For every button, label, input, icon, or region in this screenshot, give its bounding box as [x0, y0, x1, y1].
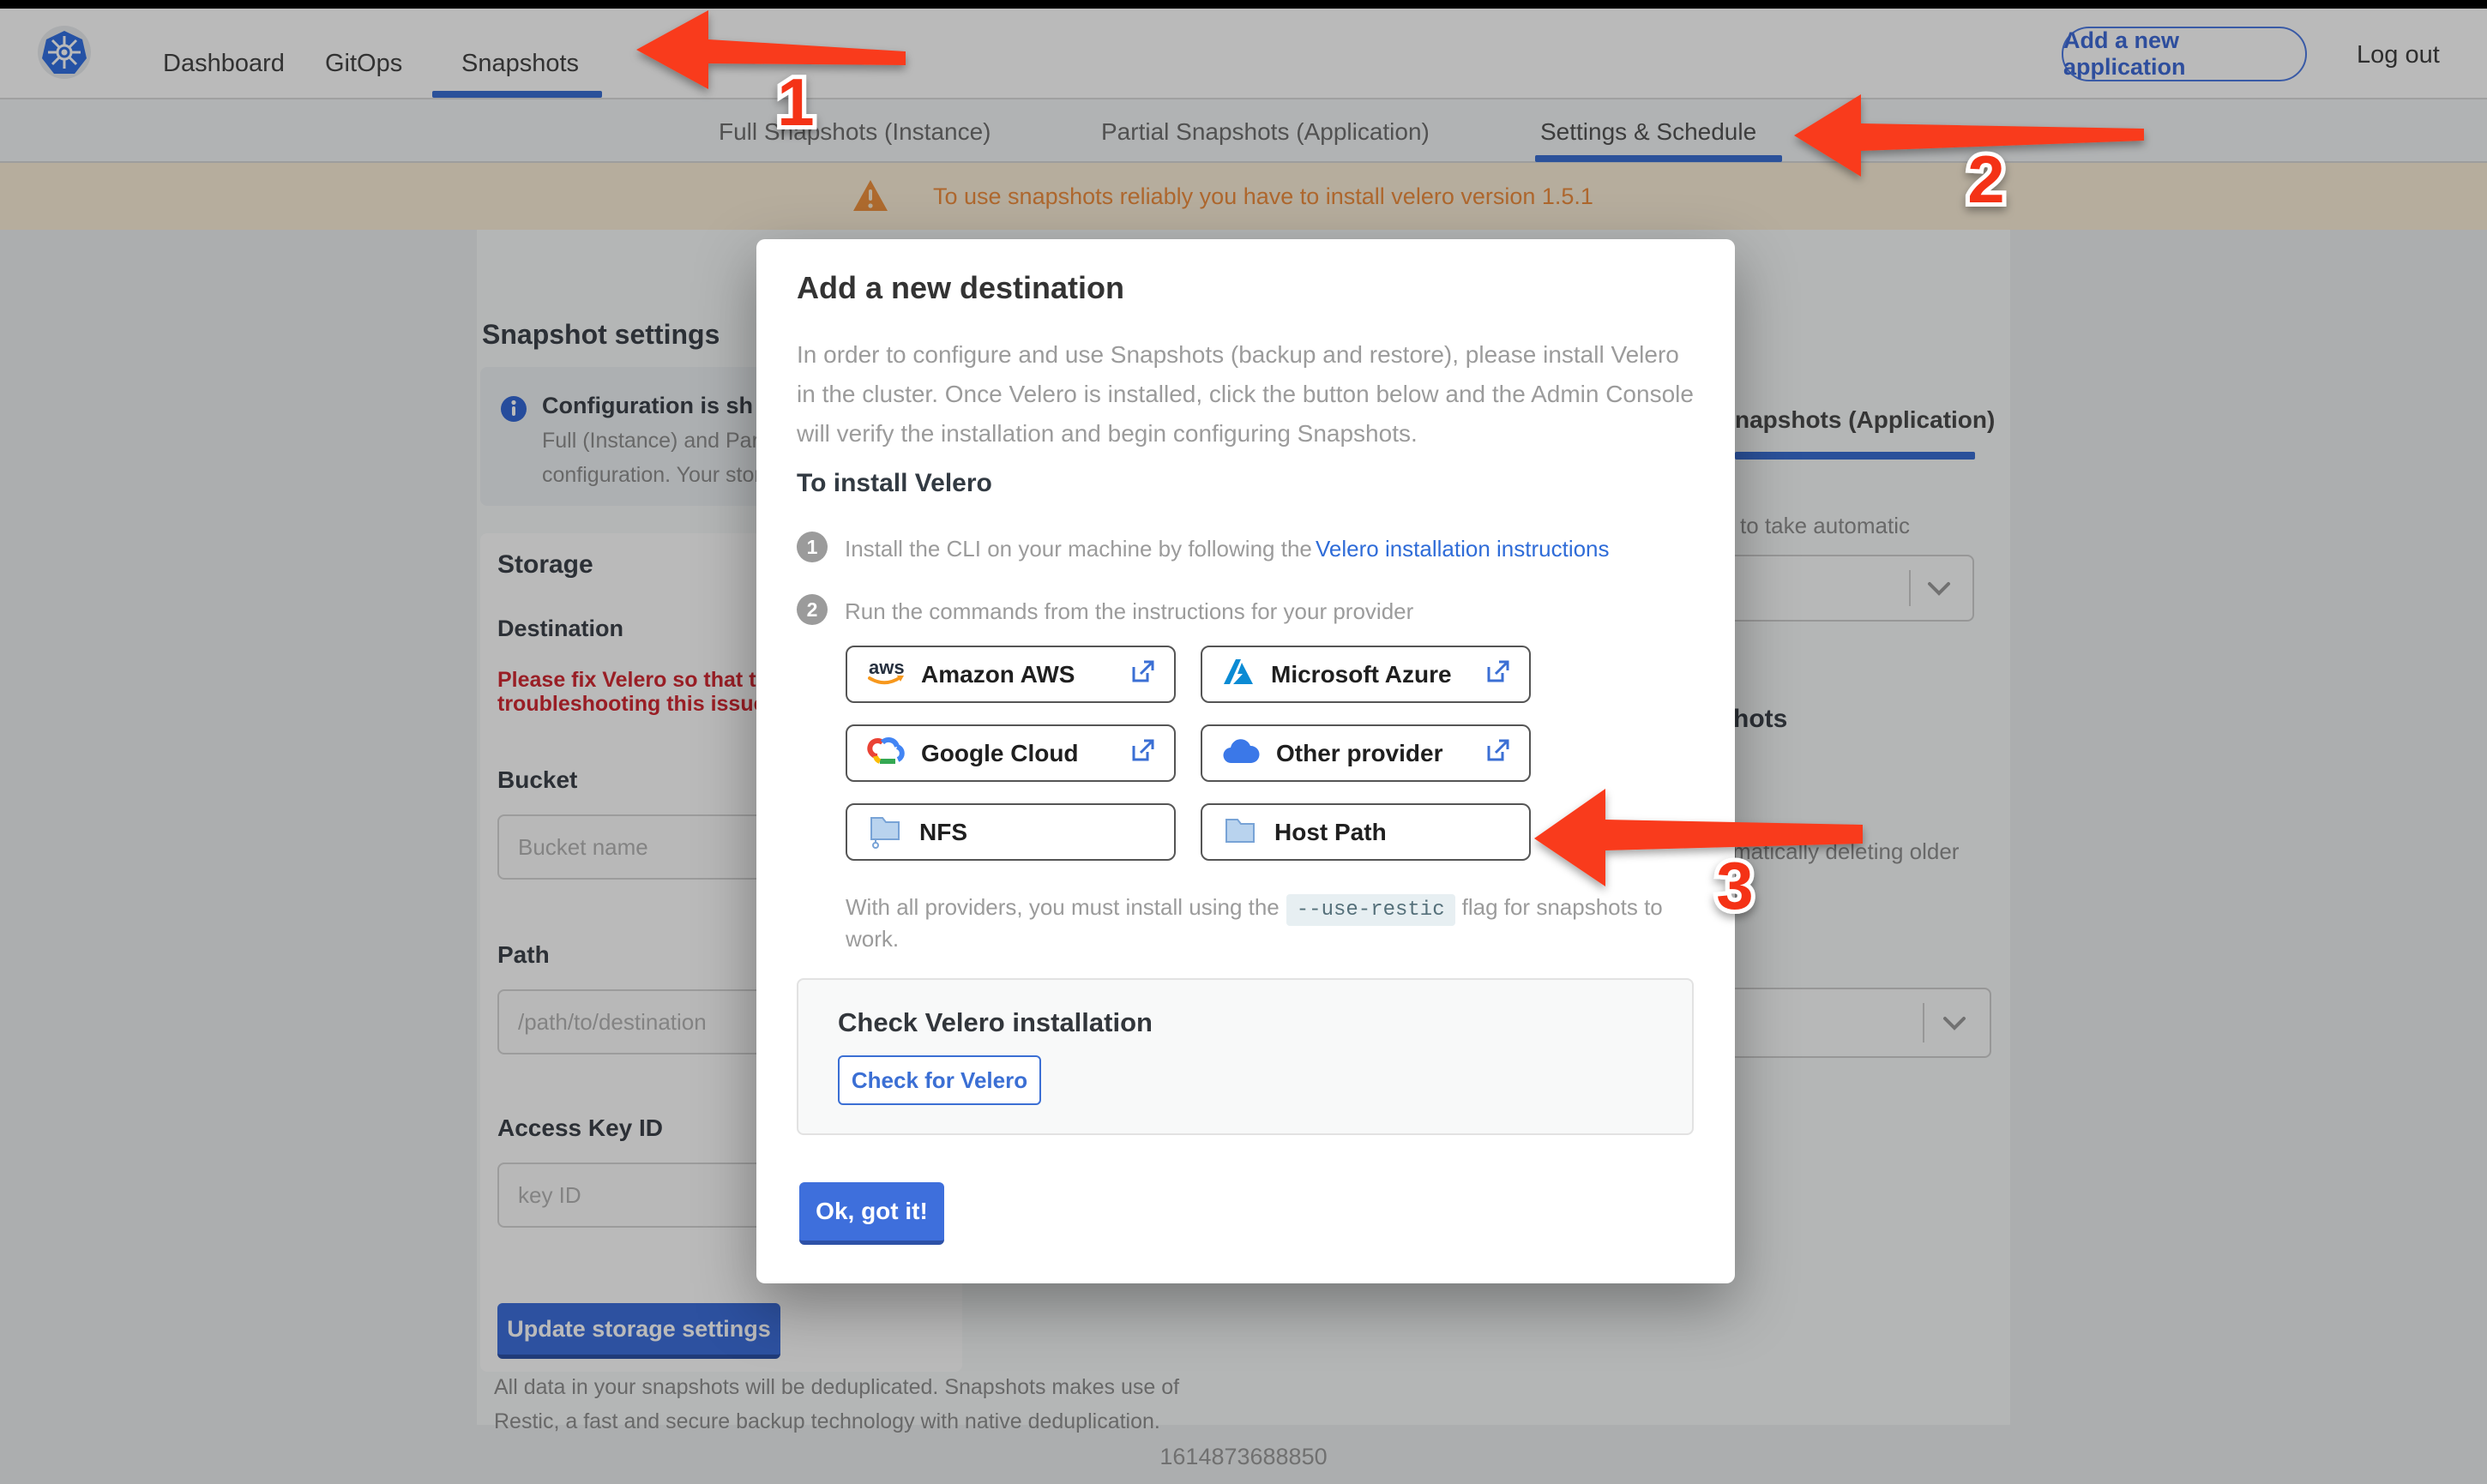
velero-instructions-link[interactable]: Velero installation instructions [1316, 536, 1610, 562]
provider-amazon-aws-button[interactable]: aws Amazon AWS [846, 646, 1176, 703]
google-cloud-logo [866, 735, 906, 772]
folder-icon [1221, 811, 1259, 853]
provider-label: Google Cloud [921, 739, 1079, 766]
provider-label: Microsoft Azure [1271, 660, 1452, 688]
cloud-icon [1221, 736, 1261, 771]
check-for-velero-button[interactable]: Check for Velero [838, 1055, 1041, 1105]
step-1-text: Install the CLI on your machine by follo… [845, 536, 1312, 562]
modal-title: Add a new destination [797, 270, 1125, 305]
step-2-text: Run the commands from the instructions f… [845, 598, 1414, 624]
install-velero-heading: To install Velero [797, 469, 992, 497]
external-link-icon [1484, 738, 1510, 768]
ok-got-it-button[interactable]: Ok, got it! [799, 1182, 944, 1245]
network-folder-icon [866, 811, 904, 853]
provider-google-cloud-button[interactable]: Google Cloud [846, 724, 1176, 782]
svg-text:aws: aws [869, 657, 905, 678]
add-destination-modal: Add a new destination In order to config… [756, 239, 1735, 1283]
external-link-icon [1129, 738, 1155, 768]
app-window: Dashboard GitOps Snapshots Add a new app… [0, 0, 2487, 1484]
step-2-badge: 2 [797, 594, 828, 625]
provider-nfs-button[interactable]: NFS [846, 803, 1176, 861]
external-link-icon [1129, 659, 1155, 689]
provider-other-button[interactable]: Other provider [1201, 724, 1531, 782]
provider-label: Other provider [1276, 739, 1443, 766]
aws-logo: aws [866, 655, 906, 694]
restic-note: With all providers, you must install usi… [846, 894, 1703, 952]
restic-flag-chip: --use-restic [1286, 894, 1455, 926]
provider-label: Host Path [1274, 818, 1387, 845]
azure-logo [1221, 655, 1256, 694]
check-velero-panel: Check Velero installation Check for Vele… [797, 978, 1694, 1135]
provider-microsoft-azure-button[interactable]: Microsoft Azure [1201, 646, 1531, 703]
provider-host-path-button[interactable]: Host Path [1201, 803, 1531, 861]
modal-intro-text: In order to configure and use Snapshots … [797, 341, 1694, 447]
provider-label: Amazon AWS [921, 660, 1075, 688]
provider-label: NFS [919, 818, 967, 845]
step-1-badge: 1 [797, 532, 828, 562]
restic-note-prefix: With all providers, you must install usi… [846, 894, 1280, 920]
external-link-icon [1484, 659, 1510, 689]
check-velero-heading: Check Velero installation [838, 1007, 1153, 1037]
